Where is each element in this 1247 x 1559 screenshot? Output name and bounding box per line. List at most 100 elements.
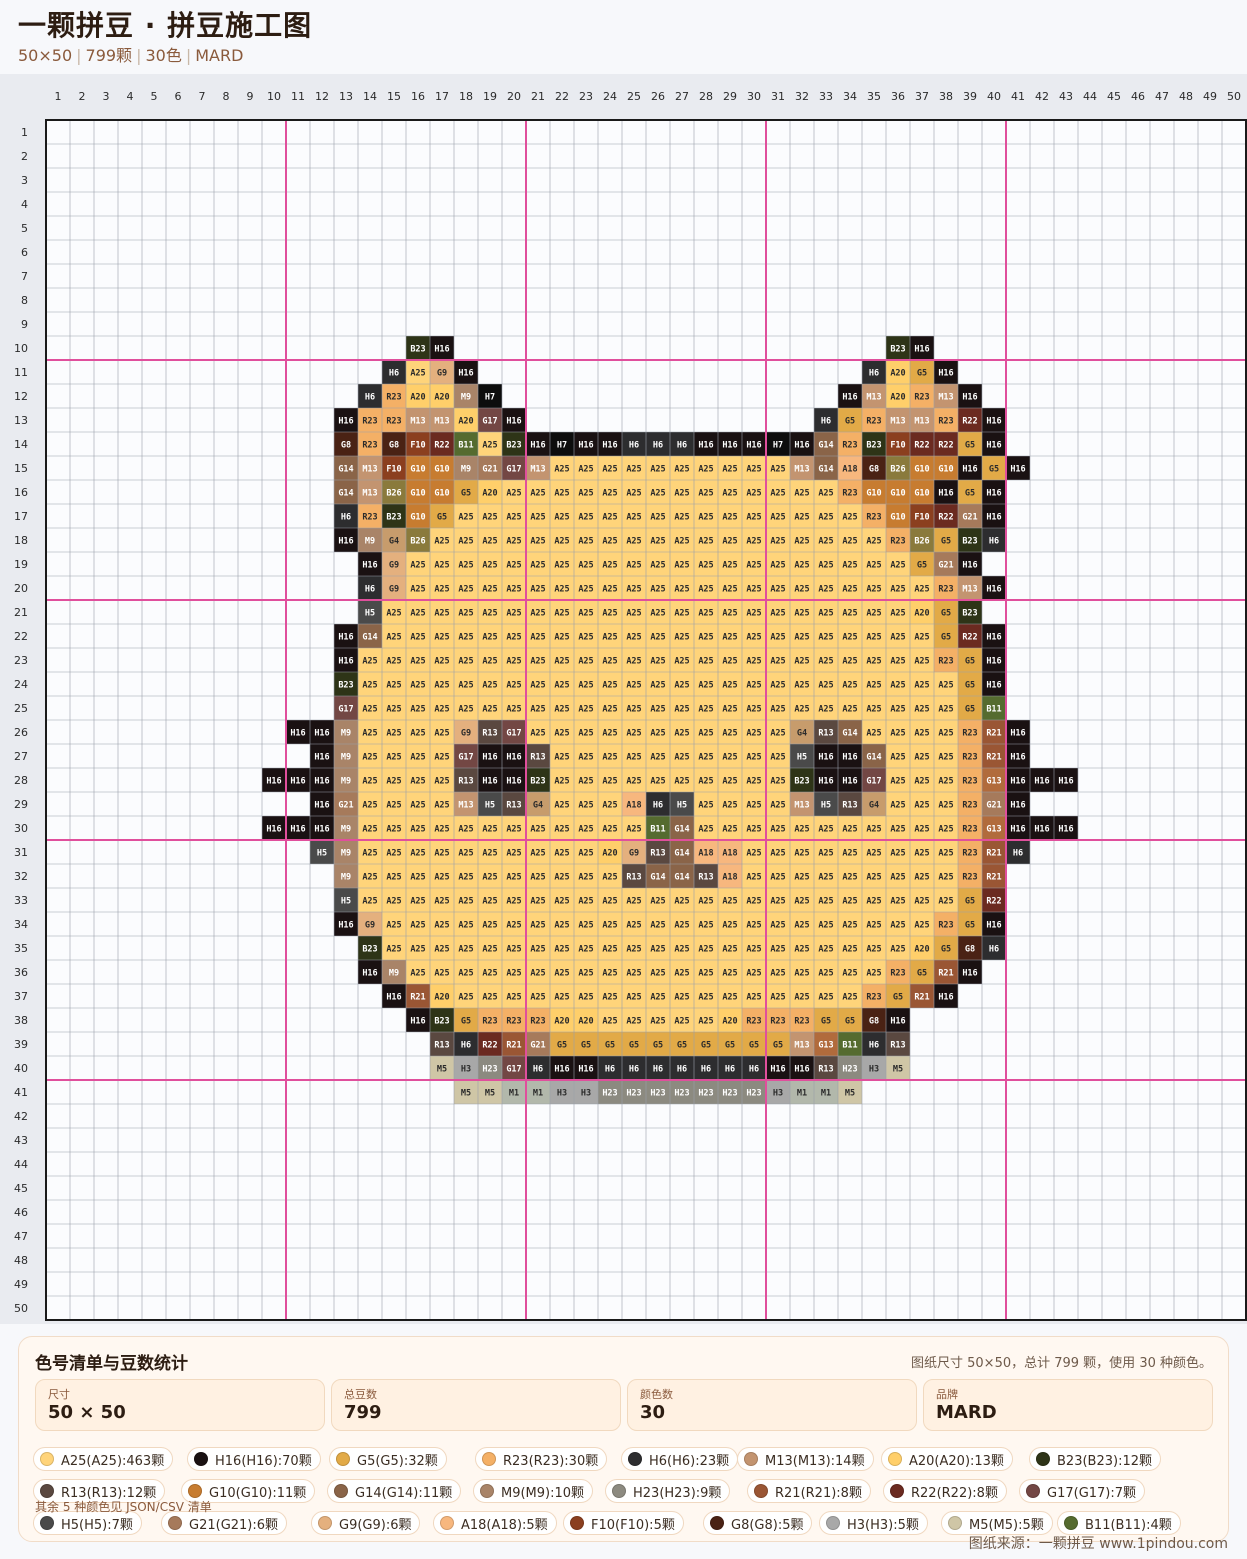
bead-code-label: A25 bbox=[410, 801, 425, 811]
bead-code-label: R22 bbox=[482, 1041, 497, 1051]
bead-code-label: G5 bbox=[605, 1041, 615, 1051]
bead-code-label: G8 bbox=[341, 441, 351, 451]
bead-code-label: G5 bbox=[557, 1041, 567, 1051]
bead-code-label: G14 bbox=[842, 729, 857, 739]
bead-code-label: A25 bbox=[770, 585, 785, 595]
bead-code-label: H16 bbox=[458, 369, 473, 379]
bead-code-label: A25 bbox=[458, 921, 473, 931]
bead-code-label: A25 bbox=[602, 657, 617, 667]
bead-code-label: A20 bbox=[434, 393, 449, 403]
bead-code-label: A25 bbox=[626, 537, 641, 547]
bead-code-label: A25 bbox=[698, 921, 713, 931]
bead-code-label: G9 bbox=[437, 369, 447, 379]
bead-code-label: A25 bbox=[842, 849, 857, 859]
bead-code-label: F10 bbox=[914, 513, 929, 523]
bead-code-label: A25 bbox=[530, 489, 545, 499]
bead-code-label: A25 bbox=[842, 873, 857, 883]
bead-code-label: A25 bbox=[938, 729, 953, 739]
page-title: 一颗拼豆 · 拼豆施工图 bbox=[18, 9, 313, 42]
bead-code-label: A25 bbox=[434, 633, 449, 643]
bead-code-label: G5 bbox=[965, 921, 975, 931]
bead-code-label: A25 bbox=[842, 633, 857, 643]
color-list-panel: 色号清单与豆数统计 图纸尺寸 50×50，总计 799 颗，使用 30 种颜色。… bbox=[18, 1336, 1229, 1552]
bead-code-label: A25 bbox=[410, 657, 425, 667]
color-swatch-icon bbox=[40, 1516, 54, 1530]
color-chip: R22(R22):8颗 bbox=[883, 1479, 1007, 1503]
bead-code-label: A25 bbox=[530, 681, 545, 691]
column-number: 17 bbox=[435, 90, 449, 103]
color-chip: A20(A20):13颗 bbox=[881, 1447, 1013, 1471]
bead-code-label: R23 bbox=[938, 921, 953, 931]
bead-code-label: G5 bbox=[461, 489, 471, 499]
bead-code-label: G10 bbox=[914, 489, 929, 499]
bead-code-label: A25 bbox=[650, 561, 665, 571]
bead-code-label: B11 bbox=[842, 1041, 857, 1051]
bead-code-label: A25 bbox=[698, 585, 713, 595]
color-chip-label: M9(M9):10颗 bbox=[501, 1485, 585, 1501]
bead-code-label: A25 bbox=[674, 945, 689, 955]
bead-code-label: R23 bbox=[866, 513, 881, 523]
bead-code-label: A18 bbox=[722, 849, 737, 859]
color-chip: G14(G14):11颗 bbox=[327, 1479, 462, 1503]
bead-code-label: H16 bbox=[506, 753, 521, 763]
bead-code-label: R13 bbox=[458, 777, 473, 787]
bead-code-label: A25 bbox=[746, 681, 761, 691]
column-number: 44 bbox=[1083, 90, 1097, 103]
bead-code-label: A25 bbox=[794, 921, 809, 931]
row-number: 19 bbox=[14, 558, 28, 571]
bead-code-label: A25 bbox=[386, 801, 401, 811]
column-number: 50 bbox=[1227, 90, 1241, 103]
bead-code-label: G10 bbox=[410, 489, 425, 499]
color-swatch-icon bbox=[710, 1516, 724, 1530]
bead-code-label: A25 bbox=[770, 489, 785, 499]
bead-code-label: A25 bbox=[866, 561, 881, 571]
bead-code-label: A25 bbox=[410, 945, 425, 955]
bead-code-label: R21 bbox=[506, 1041, 521, 1051]
bead-code-label: A25 bbox=[434, 921, 449, 931]
column-number: 47 bbox=[1155, 90, 1169, 103]
bead-code-label: A25 bbox=[554, 729, 569, 739]
bead-code-label: A25 bbox=[410, 897, 425, 907]
bead-code-label: A25 bbox=[722, 465, 737, 475]
row-number: 49 bbox=[14, 1278, 28, 1291]
bead-code-label: A25 bbox=[746, 585, 761, 595]
column-number: 27 bbox=[675, 90, 689, 103]
bead-code-label: M13 bbox=[794, 1041, 809, 1051]
bead-code-label: A25 bbox=[794, 945, 809, 955]
column-number: 38 bbox=[939, 90, 953, 103]
bead-code-label: A25 bbox=[458, 609, 473, 619]
bead-code-label: H5 bbox=[797, 753, 807, 763]
bead-code-label: H16 bbox=[578, 441, 593, 451]
bead-code-label: A25 bbox=[794, 609, 809, 619]
bead-code-label: H16 bbox=[938, 369, 953, 379]
bead-code-label: H16 bbox=[1010, 753, 1025, 763]
column-number: 29 bbox=[723, 90, 737, 103]
stat-brand: 品牌 MARD bbox=[923, 1379, 1213, 1431]
bead-code-label: A25 bbox=[554, 657, 569, 667]
bead-code-label: A25 bbox=[746, 801, 761, 811]
bead-code-label: A25 bbox=[866, 705, 881, 715]
column-number: 19 bbox=[483, 90, 497, 103]
bead-code-label: A25 bbox=[794, 849, 809, 859]
stat-brand-value: MARD bbox=[936, 1402, 997, 1423]
color-chip-label: H6(H6):23颗 bbox=[649, 1453, 730, 1469]
color-swatch-icon bbox=[744, 1452, 758, 1466]
bead-code-label: H16 bbox=[938, 993, 953, 1003]
bead-code-label: A25 bbox=[458, 873, 473, 883]
bead-code-label: A25 bbox=[386, 729, 401, 739]
bead-code-label: A25 bbox=[770, 513, 785, 523]
bead-code-label: R22 bbox=[434, 441, 449, 451]
bead-code-label: M9 bbox=[341, 777, 351, 787]
bead-code-label: A25 bbox=[578, 537, 593, 547]
bead-code-label: G8 bbox=[389, 441, 399, 451]
bead-code-label: A25 bbox=[914, 873, 929, 883]
rest-colors-note: 其余 5 种颜色见 JSON/CSV 清单 bbox=[35, 1500, 212, 1514]
bead-code-label: A25 bbox=[698, 753, 713, 763]
bead-code-label: H16 bbox=[986, 417, 1001, 427]
bead-code-label: A25 bbox=[386, 921, 401, 931]
bead-code-label: A25 bbox=[818, 969, 833, 979]
bead-code-label: G17 bbox=[338, 705, 353, 715]
bead-code-label: H6 bbox=[605, 1065, 615, 1075]
bead-code-label: H3 bbox=[773, 1089, 783, 1099]
bead-code-label: A25 bbox=[362, 729, 377, 739]
